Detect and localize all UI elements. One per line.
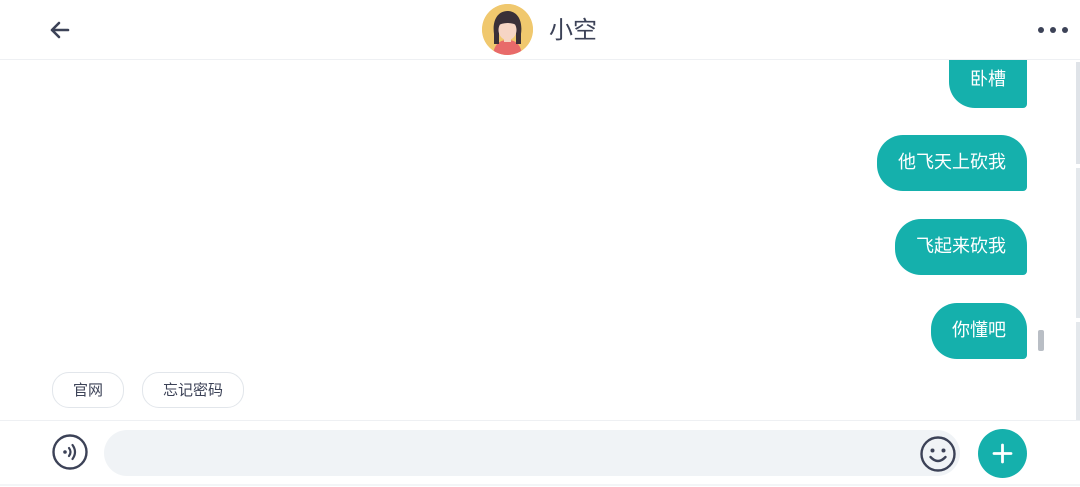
smiley-icon [920, 436, 956, 472]
scrollbar-track [1076, 168, 1080, 318]
message-bubble[interactable]: 卧槽 [949, 60, 1027, 108]
quick-reply-official-site[interactable]: 官网 [52, 372, 125, 408]
cartoon-girl-avatar-icon [482, 4, 533, 55]
scrollbar-track [1076, 322, 1080, 432]
chat-header: 小空 [0, 0, 1080, 60]
avatar[interactable] [482, 4, 533, 55]
contact-name: 小空 [549, 16, 597, 44]
message-bubble[interactable]: 你懂吧 [931, 303, 1027, 359]
message-list[interactable]: 卧槽 他飞天上砍我 飞起来砍我 你懂吧 [0, 60, 1080, 360]
plus-icon [992, 443, 1013, 464]
add-button[interactable] [978, 429, 1027, 478]
quick-reply-forgot-password[interactable]: 忘记密码 [142, 372, 245, 408]
message-bubble[interactable]: 飞起来砍我 [895, 219, 1027, 275]
scrollbar-track [1076, 62, 1080, 164]
message-input[interactable] [104, 430, 960, 476]
emoji-button[interactable] [919, 435, 957, 473]
scrollbar-thumb[interactable] [1038, 330, 1044, 351]
more-horizontal-icon [1038, 27, 1068, 33]
message-bubble[interactable]: 他飞天上砍我 [877, 135, 1027, 191]
voice-button[interactable] [51, 433, 89, 471]
back-button[interactable] [44, 14, 76, 46]
arrow-left-icon [50, 21, 70, 39]
voice-icon [52, 434, 88, 470]
more-options-button[interactable] [1036, 20, 1070, 40]
